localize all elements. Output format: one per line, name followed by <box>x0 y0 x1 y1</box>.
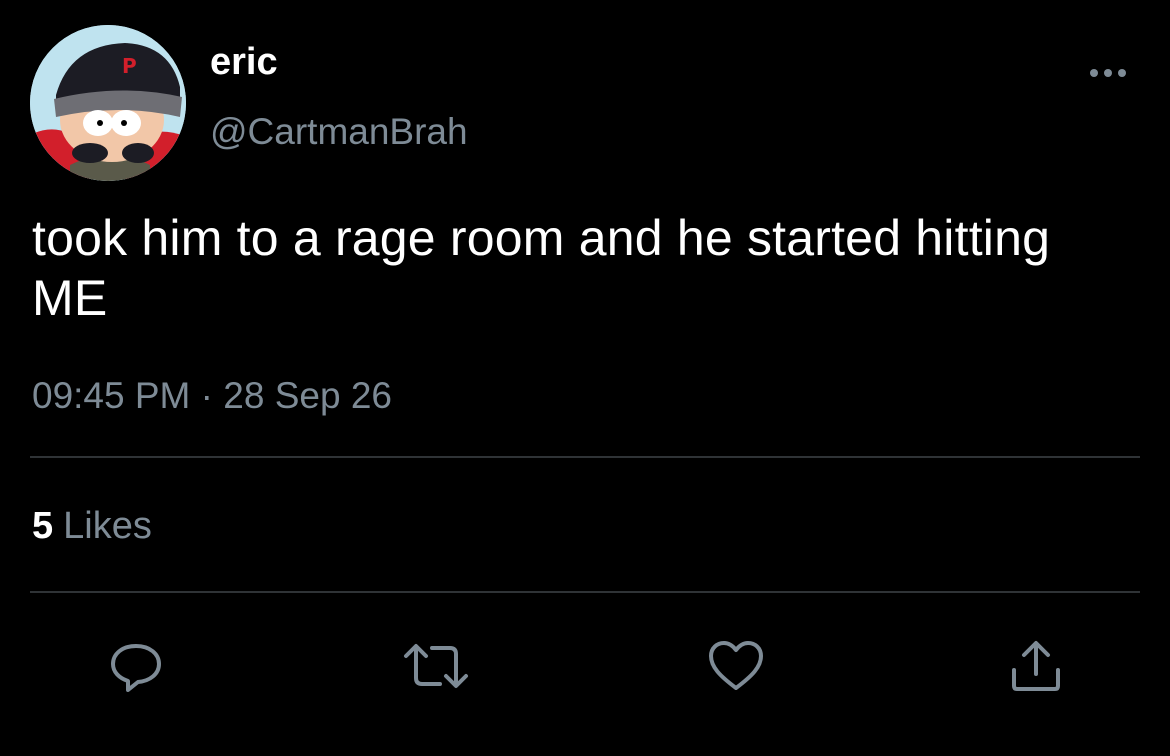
avatar[interactable]: P <box>30 25 186 181</box>
more-options-icon[interactable] <box>1086 58 1130 88</box>
tweet-timestamp: 09:45 PM · 28 Sep 26 <box>32 374 392 418</box>
likes-label: Likes <box>63 505 152 547</box>
svg-text:P: P <box>122 54 137 78</box>
divider <box>30 456 1140 458</box>
cartman-avatar-icon: P <box>30 25 186 181</box>
tweet-text: took him to a rage room and he started h… <box>32 210 1051 326</box>
retweet-icon <box>404 644 468 688</box>
tweet-time[interactable]: 09:45 PM <box>32 375 190 416</box>
likes-count: 5 <box>32 505 54 547</box>
share-icon <box>1012 641 1060 691</box>
meta-separator: · <box>200 375 213 416</box>
like-button[interactable] <box>706 636 766 696</box>
reply-icon <box>111 644 161 692</box>
likes-stat[interactable]: 5 Likes <box>32 504 152 548</box>
heart-icon <box>709 641 763 690</box>
tweet-date[interactable]: 28 Sep 26 <box>223 375 392 416</box>
user-handle[interactable]: @CartmanBrah <box>210 110 468 154</box>
reply-button[interactable] <box>106 636 166 696</box>
share-button[interactable] <box>1006 636 1066 696</box>
display-name[interactable]: eric <box>210 40 278 84</box>
divider <box>30 591 1140 593</box>
retweet-button[interactable] <box>402 636 468 696</box>
tweet-card: P eric @CartmanBrah took him to a rage r… <box>0 0 1170 756</box>
